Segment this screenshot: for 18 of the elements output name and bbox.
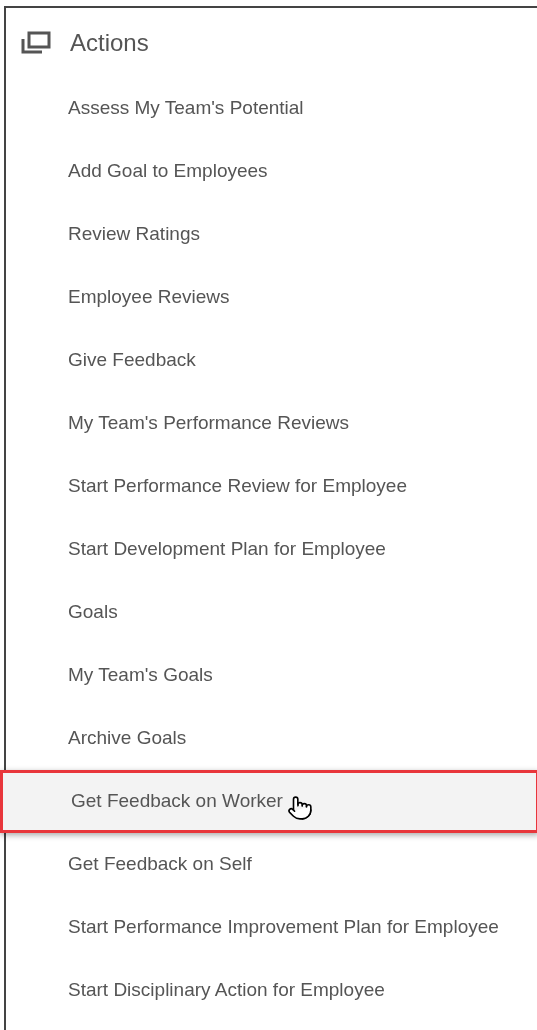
hand-cursor-icon <box>286 794 313 821</box>
action-item[interactable]: Goals <box>6 581 537 644</box>
action-item[interactable]: Get Feedback on Worker <box>0 770 537 833</box>
action-item[interactable]: Give Feedback <box>6 329 537 392</box>
action-item[interactable]: Archive Goals <box>6 707 537 770</box>
panel-title: Actions <box>70 27 149 58</box>
action-item[interactable]: My Team's Goals <box>6 644 537 707</box>
action-item[interactable]: Start Disciplinary Action for Employee <box>6 959 537 1022</box>
action-item[interactable]: Get Feedback on Self <box>6 833 537 896</box>
action-item[interactable]: Start Performance Review for Employee <box>6 455 537 518</box>
action-item[interactable]: Start Performance Improvement Plan for Employee <box>6 896 537 959</box>
action-item[interactable]: My Team's Performance Reviews <box>6 392 537 455</box>
action-item[interactable]: Add Goal to Employees <box>6 140 537 203</box>
action-item[interactable]: Employee Reviews <box>6 266 537 329</box>
action-item[interactable]: Review Ratings <box>6 203 537 266</box>
action-item[interactable]: Start Development Plan for Employee <box>6 518 537 581</box>
windows-icon <box>20 30 52 55</box>
action-item[interactable]: Assess My Team's Potential <box>6 77 537 140</box>
